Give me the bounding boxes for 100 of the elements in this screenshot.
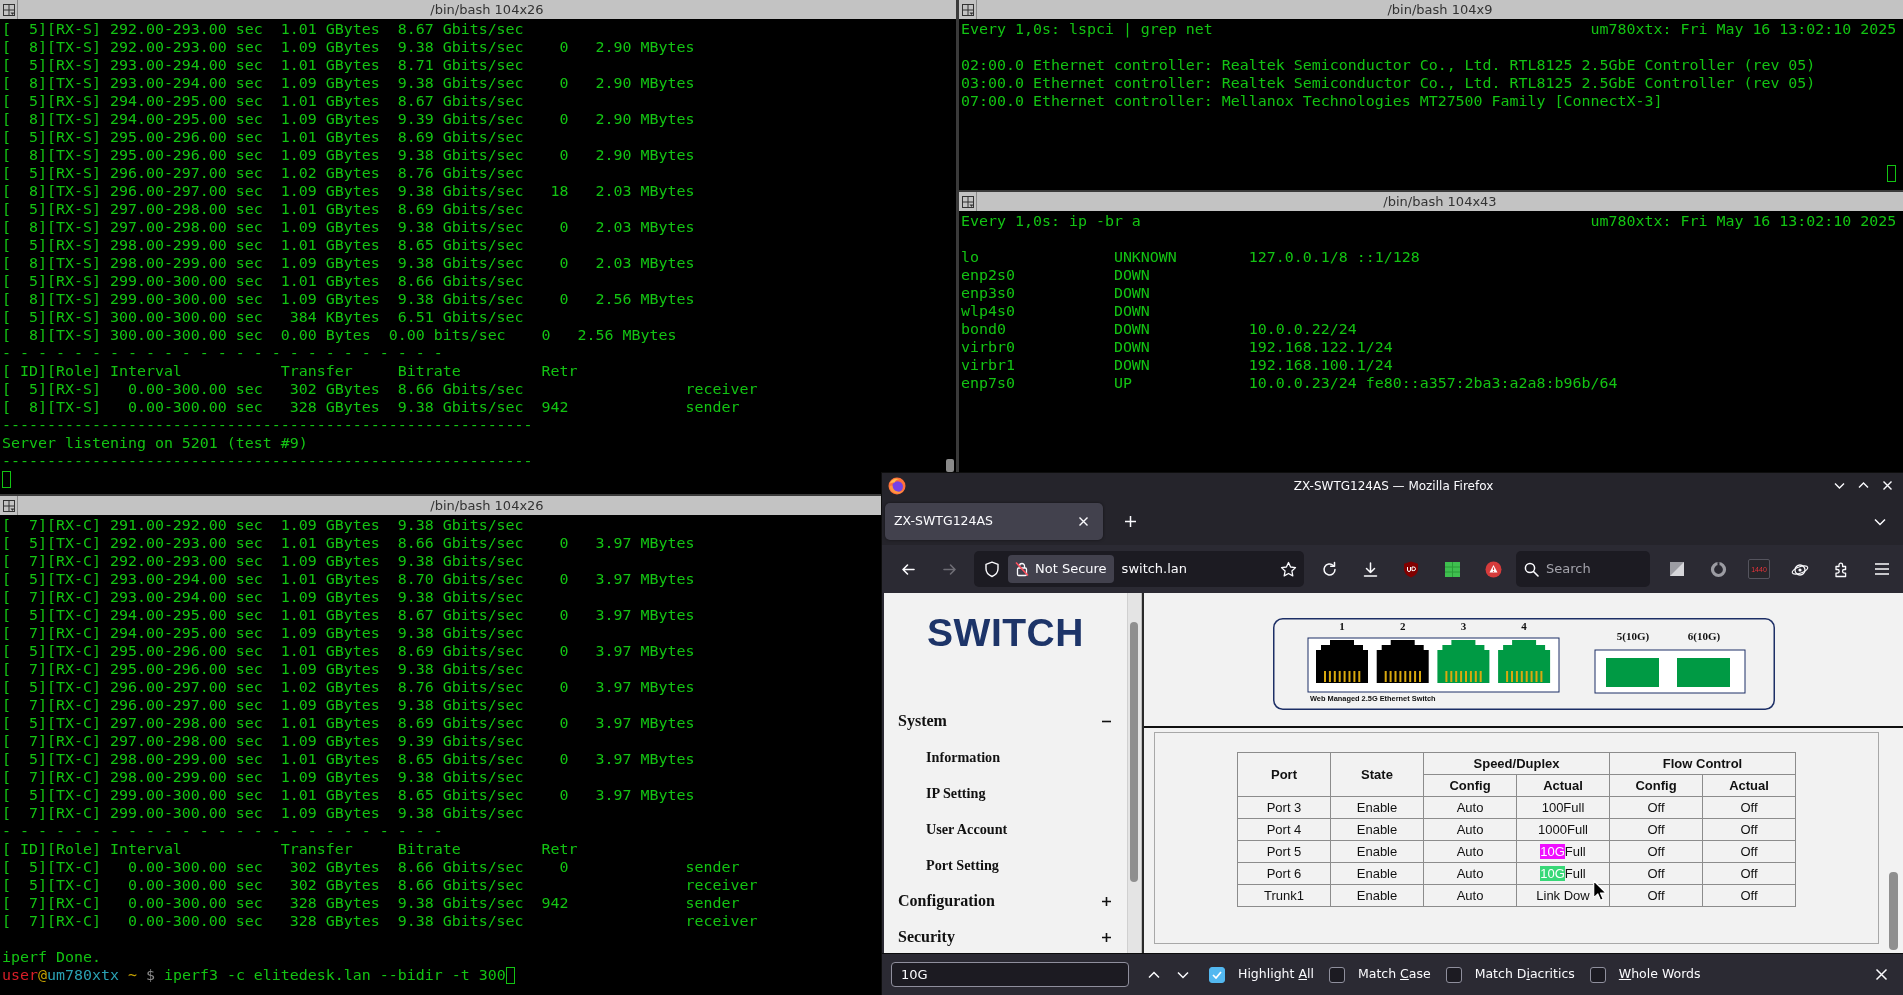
- terminal-line: [ 8][TX-S] 292.00-293.00 sec 1.09 GBytes 9.38 Gbits/sec 0 2.90 MBytes: [2, 38, 695, 56]
- menu-section[interactable]: System: [898, 711, 947, 731]
- address-bar[interactable]: Not Secure switch.lan: [974, 551, 1304, 587]
- table-cell: Auto: [1423, 818, 1517, 841]
- terminal-line: [ 7][RX-C] 293.00-294.00 sec 1.09 GBytes 9.38 Gbits/sec: [2, 588, 524, 606]
- shell-prompt: user@um780xtx ~ $ iperf3 -c elitedesk.lan --bidir -t 300: [2, 966, 506, 984]
- terminal-line: [ 8][TX-S] 300.00-300.00 sec 0.00 Bytes 0.00 bits/sec 0 2.56 MBytes: [2, 326, 677, 344]
- terminal-line: [ 5][RX-S] 299.00-300.00 sec 1.01 GBytes 8.66 Gbits/sec: [2, 272, 524, 290]
- terminal-line: [ 8][TX-S] 294.00-295.00 sec 1.09 GBytes 9.39 Gbits/sec 0 2.90 MBytes: [2, 110, 695, 128]
- terminal-line: enp2s0 DOWN: [961, 266, 1150, 284]
- terminal-line: [ 7][RX-C] 296.00-297.00 sec 1.09 GBytes 9.38 Gbits/sec: [2, 696, 524, 714]
- checkbox[interactable]: [1445, 966, 1462, 983]
- terminal-line: [ 8][TX-S] 296.00-297.00 sec 1.09 GBytes 9.38 Gbits/sec 18 2.03 MBytes: [2, 182, 695, 200]
- menu-item[interactable]: Port Setting: [926, 856, 999, 874]
- terminal-line: [ 5][TX-C] 293.00-294.00 sec 1.01 GBytes 8.70 Gbits/sec 0 3.97 MBytes: [2, 570, 695, 588]
- port-label: 1: [1338, 620, 1345, 632]
- close-icon: [1077, 516, 1089, 527]
- table-cell: Off: [1702, 796, 1796, 819]
- column-header: Actual: [1516, 774, 1610, 797]
- table-cell: Port 5: [1237, 840, 1331, 863]
- menu-item[interactable]: IP Setting: [926, 784, 986, 802]
- port-label: 3: [1460, 620, 1466, 632]
- browser-logo-icon: [888, 476, 906, 495]
- menu-item[interactable]: Information: [926, 748, 1001, 766]
- checkbox[interactable]: [1328, 966, 1345, 983]
- menu-item[interactable]: User Account: [926, 820, 1008, 838]
- terminal-line: -----------------------------------------------------------: [2, 452, 533, 470]
- terminal-line: [ 5][RX-S] 296.00-297.00 sec 1.02 GBytes 8.76 Gbits/sec: [2, 164, 524, 182]
- grid-icon[interactable]: [961, 195, 974, 208]
- terminal-line: [ 5][RX-S] 300.00-300.00 sec 384 KBytes 6.51 Gbits/sec: [2, 308, 524, 326]
- table-cell: Off: [1702, 862, 1796, 885]
- terminal-line: lo UNKNOWN 127.0.0.1/8 ::1/128: [961, 248, 1420, 266]
- terminal-title: /bin/bash 104x43: [1383, 194, 1497, 209]
- column-group-header: Flow Control: [1609, 752, 1796, 775]
- terminal-line: [ 5][TX-C] 299.00-300.00 sec 1.01 GBytes 8.65 Gbits/sec 0 3.97 MBytes: [2, 786, 695, 804]
- terminal-line: [ 7][RX-C] 297.00-298.00 sec 1.09 GBytes 9.39 Gbits/sec: [2, 732, 524, 750]
- terminal-line: [ 5][TX-C] 0.00-300.00 sec 302 GBytes 8.66 Gbits/sec receiver: [2, 876, 758, 894]
- port-label: 5(10G): [1616, 630, 1649, 642]
- port-label: 4: [1520, 620, 1527, 632]
- terminal-line: [ 5][TX-C] 295.00-296.00 sec 1.01 GBytes 8.69 Gbits/sec 0 3.97 MBytes: [2, 642, 695, 660]
- column-group-header: Speed/Duplex: [1423, 752, 1610, 775]
- square-icon: [1669, 561, 1685, 577]
- terminal-line: [ 5][RX-S] 294.00-295.00 sec 1.01 GBytes 8.67 Gbits/sec: [2, 92, 524, 110]
- terminal-title: /bin/bash 104x26: [430, 498, 544, 513]
- url-field[interactable]: switch.lan: [1117, 559, 1272, 579]
- port-label: 6(10G): [1687, 630, 1720, 642]
- terminal-line: [ 7][RX-C] 292.00-293.00 sec 1.09 GBytes 9.38 Gbits/sec: [2, 552, 524, 570]
- grid-icon[interactable]: [961, 3, 974, 16]
- checkbox[interactable]: [1209, 966, 1225, 983]
- terminal-line: [ 7][RX-C] 299.00-300.00 sec 1.09 GBytes 9.38 Gbits/sec: [2, 804, 524, 822]
- warning-icon: [1484, 560, 1502, 578]
- table-cell: 1000Full: [1516, 818, 1610, 841]
- table-cell: Off: [1702, 840, 1796, 863]
- menu-section[interactable]: Configuration: [898, 891, 995, 911]
- checkbox[interactable]: [1589, 966, 1606, 983]
- table-cell: Auto: [1423, 884, 1517, 907]
- table-cell: Enable: [1330, 818, 1424, 841]
- checkbox-label[interactable]: Whole Words: [1618, 965, 1701, 984]
- table-cell: Port 4: [1237, 818, 1331, 841]
- table-cell: Off: [1702, 884, 1796, 907]
- plus-icon[interactable]: [1102, 896, 1111, 906]
- logo-text: SWITCH: [927, 611, 1084, 655]
- checkbox-label[interactable]: Highlight All: [1238, 965, 1314, 984]
- terminal-line: [ 5][TX-C] 298.00-299.00 sec 1.01 GBytes 8.65 Gbits/sec 0 3.97 MBytes: [2, 750, 695, 768]
- terminal-line: [ 5][RX-S] 297.00-298.00 sec 1.01 GBytes 8.69 Gbits/sec: [2, 200, 524, 218]
- menu-section[interactable]: Security: [898, 927, 955, 947]
- find-field[interactable]: 10G: [891, 962, 1129, 987]
- scrollbar-thumb[interactable]: [1889, 872, 1898, 950]
- reload-icon: [1320, 560, 1338, 578]
- checkbox-label[interactable]: Match Case: [1357, 965, 1431, 984]
- terminal-line: virbr0 DOWN 192.168.122.1/24: [961, 338, 1393, 356]
- browser-tab[interactable]: ZX-SWTG124AS: [885, 503, 1103, 540]
- search-field[interactable]: Search: [1546, 559, 1636, 579]
- table-cell: Port 3: [1237, 796, 1331, 819]
- terminal-line: [ 8][TX-S] 295.00-296.00 sec 1.09 GBytes 9.38 Gbits/sec 0 2.90 MBytes: [2, 146, 695, 164]
- terminal-line: [ 5][TX-C] 297.00-298.00 sec 1.01 GBytes 8.69 Gbits/sec 0 3.97 MBytes: [2, 714, 695, 732]
- search-match-highlight: 10G: [1540, 865, 1565, 881]
- grid-icon[interactable]: [2, 499, 15, 512]
- terminal-line: bond0 DOWN 10.0.0.22/24: [961, 320, 1357, 338]
- grid-icon[interactable]: [2, 3, 15, 16]
- scrollbar-thumb[interactable]: [946, 459, 954, 472]
- terminal-line: [ 7][RX-C] 291.00-292.00 sec 1.09 GBytes 9.38 Gbits/sec: [2, 516, 524, 534]
- security-indicator[interactable]: Not Secure: [1008, 555, 1114, 583]
- mouse-pointer-icon: [1593, 880, 1606, 901]
- plus-icon[interactable]: [1102, 932, 1111, 942]
- search-box[interactable]: Search: [1516, 551, 1650, 587]
- table-cell: Auto: [1423, 862, 1517, 885]
- terminal-line: [ 8][TX-S] 297.00-298.00 sec 1.09 GBytes 9.38 Gbits/sec 0 2.03 MBytes: [2, 218, 695, 236]
- terminal-line: enp7s0 UP 10.0.0.23/24 fe80::a357:2ba3:a2a8:b96b/64: [961, 374, 1618, 392]
- terminal-line: wlp4s0 DOWN: [961, 302, 1150, 320]
- download-icon: [1361, 560, 1379, 578]
- table-cell: Off: [1702, 818, 1796, 841]
- checkbox-label[interactable]: Match Diacritics: [1474, 965, 1575, 984]
- table-cell: Off: [1609, 884, 1703, 907]
- table-cell: Off: [1609, 862, 1703, 885]
- menu-icon: [1874, 562, 1890, 576]
- terminal-line: [ 7][RX-C] 0.00-300.00 sec 328 GBytes 9.38 Gbits/sec 942 sender: [2, 894, 740, 912]
- scrollbar-thumb[interactable]: [1130, 622, 1138, 882]
- terminal-line: [ 5][TX-C] 296.00-297.00 sec 1.02 GBytes 8.76 Gbits/sec 0 3.97 MBytes: [2, 678, 695, 696]
- table-cell: Enable: [1330, 840, 1424, 863]
